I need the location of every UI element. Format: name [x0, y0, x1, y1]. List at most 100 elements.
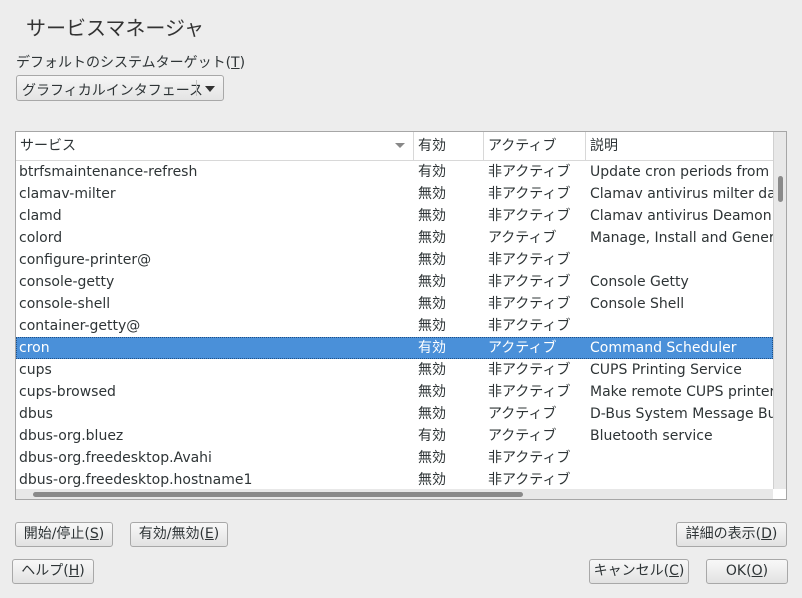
table-row[interactable]: dbus-org.bluez 有効 アクティブ Bluetooth service: [16, 425, 773, 447]
dropdown-arrow-icon: [205, 86, 215, 92]
table-row[interactable]: btrfsmaintenance-refresh 有効 非アクティブ Update c…: [16, 161, 773, 183]
cell-active: 非アクティブ: [488, 472, 571, 488]
cell-enabled: 有効: [418, 164, 446, 180]
cell-description: Update cron periods from /e: [590, 164, 773, 180]
cell-description: Console Shell: [590, 296, 685, 312]
button-text: ): [762, 563, 769, 579]
table-row[interactable]: console-getty 無効 非アクティブ Console Getty: [16, 271, 773, 293]
table-row[interactable]: container-getty@ 無効 非アクティブ: [16, 315, 773, 337]
horizontal-scroll-thumb[interactable]: [33, 492, 523, 497]
column-header-description[interactable]: 説明: [586, 132, 776, 160]
show-details-button[interactable]: 詳細の表示(D): [676, 522, 787, 547]
enable-disable-button[interactable]: 有効/無効(E): [130, 522, 228, 547]
cell-active: 非アクティブ: [488, 252, 571, 268]
mnemonic: E: [204, 526, 214, 542]
cancel-button[interactable]: キャンセル(C): [589, 559, 689, 584]
cell-service: console-getty: [19, 274, 115, 290]
start-stop-button[interactable]: 開始/停止(S): [15, 522, 113, 547]
cell-active: アクティブ: [488, 340, 557, 356]
column-header-service[interactable]: サービス: [16, 132, 414, 160]
cell-enabled: 無効: [418, 186, 446, 202]
cell-enabled: 無効: [418, 406, 446, 422]
combobox-separator: [196, 80, 197, 96]
cell-active: 非アクティブ: [488, 186, 571, 202]
cell-service: cups-browsed: [19, 384, 116, 400]
table-body: btrfsmaintenance-refresh 有効 非アクティブ Update c…: [16, 161, 773, 489]
table-row[interactable]: dbus 無効 アクティブ D-Bus System Message Bus: [16, 403, 773, 425]
cell-active: 非アクティブ: [488, 450, 571, 466]
button-text: 開始/停止(: [23, 526, 90, 542]
button-text: ): [213, 526, 220, 542]
button-text: ヘルプ(: [21, 563, 69, 579]
table-row[interactable]: cups 無効 非アクティブ CUPS Printing Service: [16, 359, 773, 381]
mnemonic: H: [68, 563, 80, 579]
cell-active: アクティブ: [488, 428, 557, 444]
cell-enabled: 無効: [418, 208, 446, 224]
cell-active: 非アクティブ: [488, 362, 571, 378]
cell-service: configure-printer@: [19, 252, 152, 268]
cell-service: dbus-org.freedesktop.Avahi: [19, 450, 212, 466]
cell-service: dbus-org.freedesktop.hostname1: [19, 472, 253, 488]
column-header-active[interactable]: アクティブ: [484, 132, 586, 160]
mnemonic: S: [89, 526, 99, 542]
table-row[interactable]: console-shell 無効 非アクティブ Console Shell: [16, 293, 773, 315]
column-header-enabled[interactable]: 有効: [414, 132, 484, 160]
table-row[interactable]: cups-browsed 無効 非アクティブ Make remote CUPS pri…: [16, 381, 773, 403]
vertical-scroll-thumb[interactable]: [778, 176, 783, 202]
default-target-combobox[interactable]: グラフィカルインタフェース: [16, 75, 224, 101]
table-row[interactable]: dbus-org.freedesktop.hostname1 無効 非アクティブ: [16, 469, 773, 489]
cell-enabled: 無効: [418, 472, 446, 488]
ok-button[interactable]: OK(O): [706, 559, 788, 584]
cell-service: cups: [19, 362, 52, 378]
vertical-scrollbar[interactable]: [773, 132, 786, 489]
cell-active: 非アクティブ: [488, 318, 571, 334]
button-text: ): [98, 526, 105, 542]
horizontal-scrollbar[interactable]: [16, 489, 773, 499]
cell-active: アクティブ: [488, 230, 557, 246]
cell-active: 非アクティブ: [488, 384, 571, 400]
cell-description: Command Scheduler: [590, 340, 737, 356]
sort-descending-icon: [395, 143, 405, 148]
cell-active: 非アクティブ: [488, 296, 571, 312]
cell-enabled: 有効: [418, 340, 446, 356]
mnemonic: T: [231, 55, 240, 71]
cell-active: 非アクティブ: [488, 208, 571, 224]
table-row[interactable]: cron 有効 アクティブ Command Scheduler: [16, 337, 773, 359]
cell-enabled: 無効: [418, 384, 446, 400]
cell-service: clamav-milter: [19, 186, 116, 202]
label-text: デフォルトのシステムターゲット(: [16, 55, 232, 71]
cell-active: 非アクティブ: [488, 164, 571, 180]
cell-active: 非アクティブ: [488, 274, 571, 290]
button-text: 有効/無効(: [138, 526, 205, 542]
table-row[interactable]: configure-printer@ 無効 非アクティブ: [16, 249, 773, 271]
button-text: OK(: [725, 563, 752, 579]
cell-service: dbus: [19, 406, 53, 422]
table-row[interactable]: colord 無効 アクティブ Manage, Install and Generat: [16, 227, 773, 249]
cell-description: Manage, Install and Generat: [590, 230, 773, 246]
cell-service: console-shell: [19, 296, 111, 312]
table-header: サービス 有効 アクティブ 説明: [16, 132, 773, 161]
mnemonic: O: [751, 563, 763, 579]
cell-enabled: 無効: [418, 252, 446, 268]
cell-service: cron: [19, 340, 50, 356]
table-row[interactable]: clamav-milter 無効 非アクティブ Clamav antivirus mi…: [16, 183, 773, 205]
button-text: 詳細の表示(: [685, 526, 762, 542]
cell-active: アクティブ: [488, 406, 557, 422]
mnemonic: D: [761, 526, 772, 542]
cell-service: colord: [19, 230, 63, 246]
help-button[interactable]: ヘルプ(H): [12, 559, 94, 584]
cell-enabled: 無効: [418, 296, 446, 312]
combobox-value: グラフィカルインタフェース: [22, 83, 204, 99]
table-row[interactable]: dbus-org.freedesktop.Avahi 無効 非アクティブ: [16, 447, 773, 469]
services-table[interactable]: サービス 有効 アクティブ 説明 btrfsmaintenance-refres…: [15, 131, 787, 500]
button-text: ): [678, 563, 685, 579]
button-text: ): [771, 526, 778, 542]
button-text: キャンセル(: [593, 563, 670, 579]
default-target-label: デフォルトのシステムターゲット(T): [16, 52, 245, 72]
table-row[interactable]: clamd 無効 非アクティブ Clamav antivirus Deamon: [16, 205, 773, 227]
header-label: サービス: [20, 138, 76, 154]
cell-service: dbus-org.bluez: [19, 428, 124, 444]
label-text: ): [239, 55, 246, 71]
cell-service: container-getty@: [19, 318, 141, 334]
cell-enabled: 無効: [418, 318, 446, 334]
